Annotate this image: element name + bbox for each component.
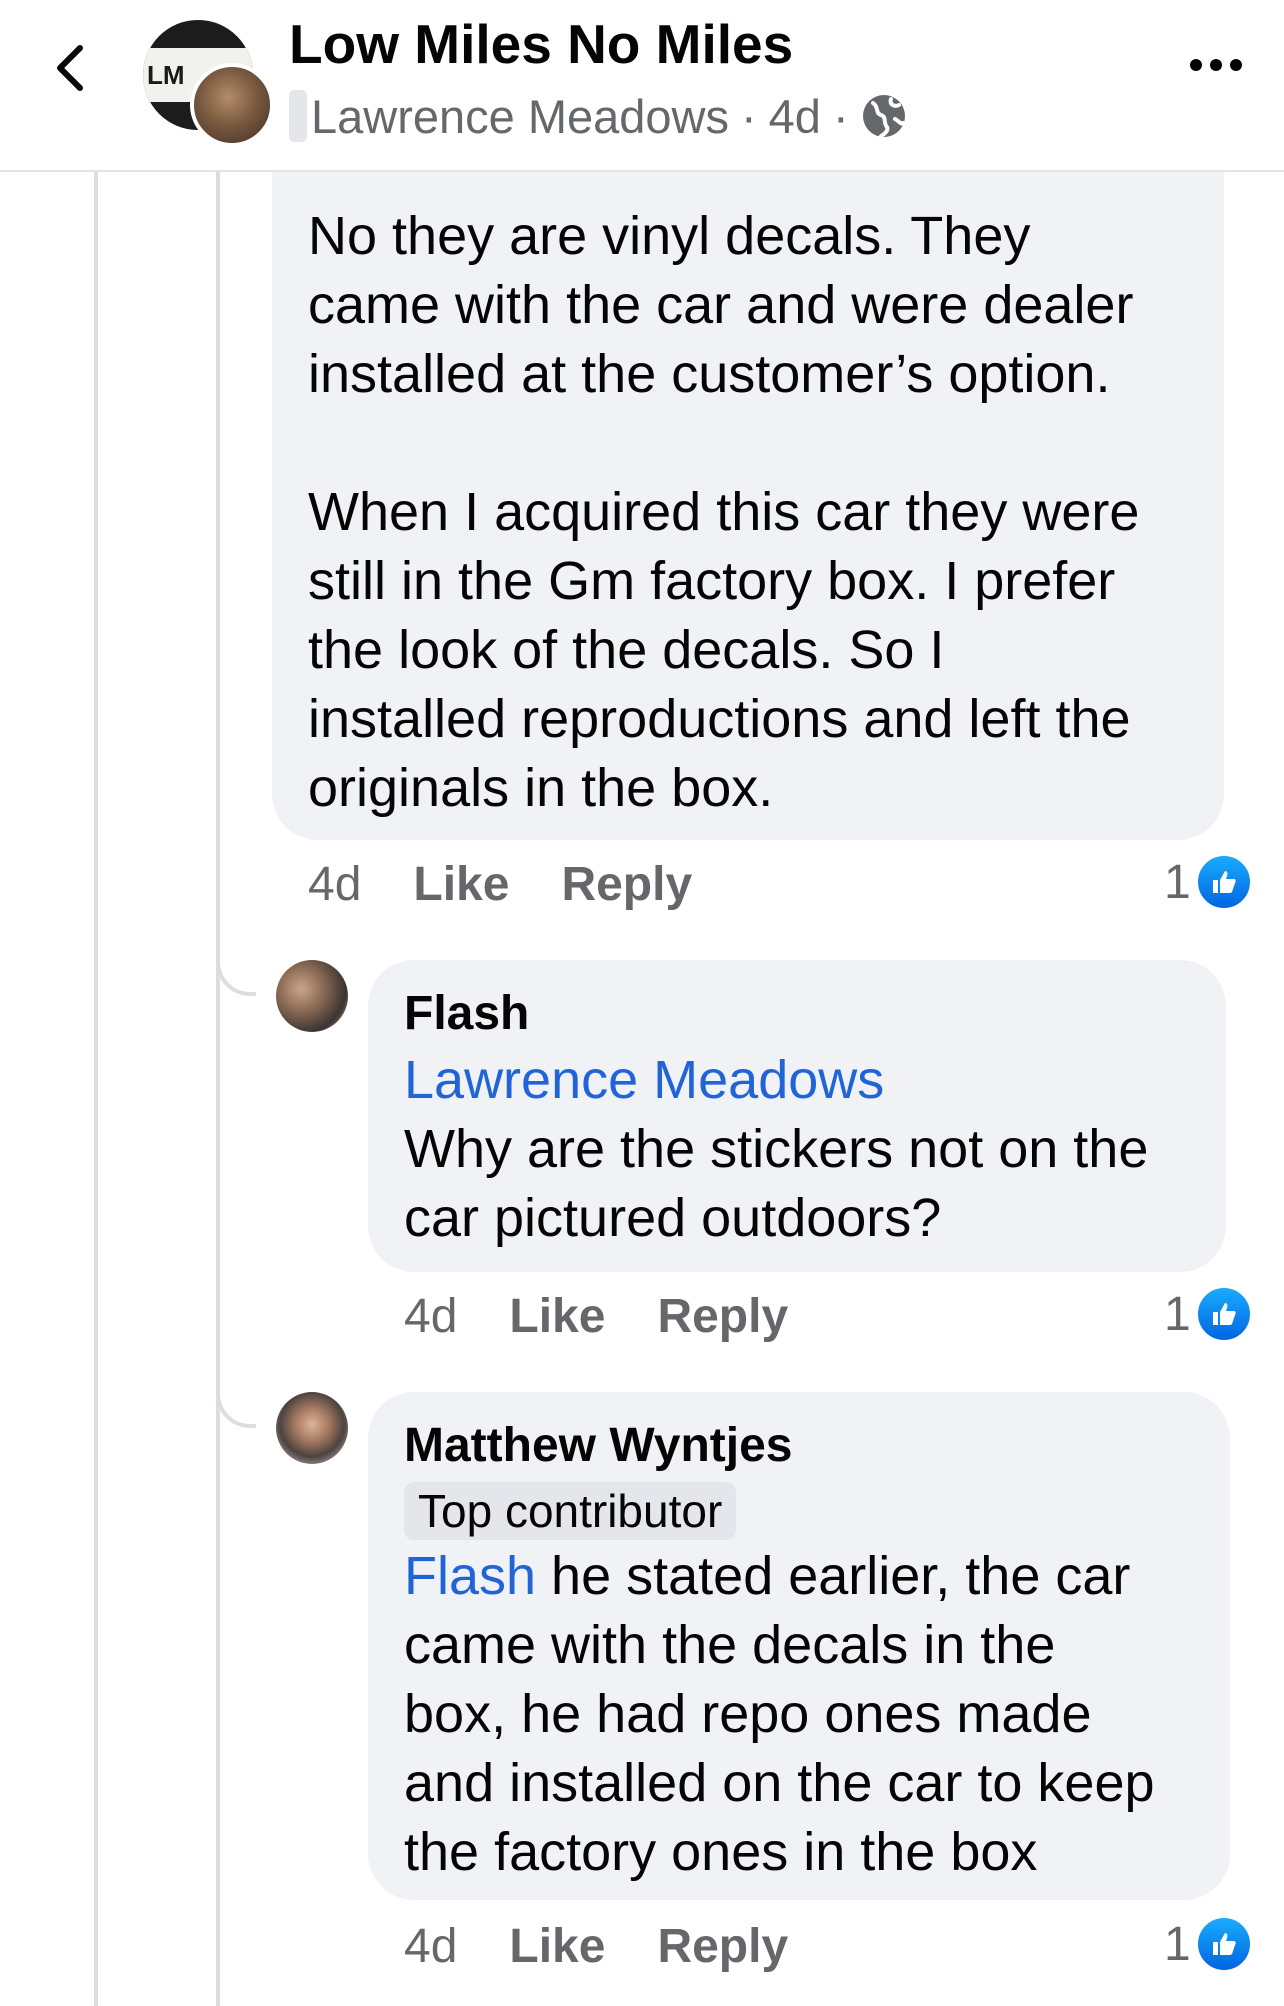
comment-text: Flash he stated earlier, the car came wi… bbox=[404, 1542, 1194, 1887]
comment-time[interactable]: 4d bbox=[404, 1919, 457, 1974]
avatar[interactable] bbox=[276, 1392, 348, 1464]
thread-line-outer bbox=[94, 170, 98, 2006]
comment-author[interactable]: Flash bbox=[404, 984, 1190, 1044]
comment-body: Why are the stickers not on the car pict… bbox=[404, 1119, 1149, 1248]
like-button[interactable]: Like bbox=[509, 1289, 605, 1344]
reaction-count: 1 bbox=[1164, 1917, 1191, 1971]
comment-actions: 4d Like Reply bbox=[404, 1916, 788, 1976]
reaction-summary[interactable]: 1 bbox=[1164, 1284, 1253, 1344]
thumbs-up-icon bbox=[1194, 1915, 1253, 1973]
post-meta: Lawrence Meadows · 4d · bbox=[289, 88, 907, 144]
post-author[interactable]: Lawrence Meadows bbox=[311, 89, 729, 144]
comment-text: No they are vinyl decals. They came with… bbox=[308, 206, 1140, 818]
comment-bubble[interactable]: Matthew Wyntjes Top contributor Flash he… bbox=[368, 1392, 1230, 1900]
reaction-summary[interactable]: 1 bbox=[1164, 852, 1253, 912]
reply-button[interactable]: Reply bbox=[657, 1289, 788, 1344]
reaction-count: 1 bbox=[1164, 855, 1191, 909]
back-arrow-icon[interactable] bbox=[44, 40, 100, 96]
thread-connector bbox=[216, 1380, 256, 1428]
avatar[interactable] bbox=[276, 960, 348, 1032]
globe-icon bbox=[862, 95, 905, 138]
comment-bubble[interactable]: Flash Lawrence Meadows Why are the stick… bbox=[368, 960, 1226, 1272]
mention-link[interactable]: Flash bbox=[404, 1546, 536, 1606]
comment-actions: 4d Like Reply bbox=[308, 854, 692, 914]
comment-time[interactable]: 4d bbox=[308, 857, 361, 912]
post-time[interactable]: 4d bbox=[769, 89, 821, 144]
more-options-icon[interactable] bbox=[1186, 45, 1246, 85]
thread-connector bbox=[216, 948, 256, 996]
meta-separator: · bbox=[832, 89, 849, 143]
like-button[interactable]: Like bbox=[509, 1919, 605, 1974]
like-button[interactable]: Like bbox=[413, 857, 509, 912]
comment-time[interactable]: 4d bbox=[404, 1289, 457, 1344]
mention-link[interactable]: Lawrence Meadows bbox=[404, 1050, 884, 1110]
comment-actions: 4d Like Reply bbox=[404, 1286, 788, 1346]
top-contributor-badge[interactable]: Top contributor bbox=[404, 1482, 737, 1540]
comment-author[interactable]: Matthew Wyntjes bbox=[404, 1416, 1194, 1476]
group-name[interactable]: Low Miles No Miles bbox=[289, 12, 793, 76]
author-avatar[interactable] bbox=[190, 63, 274, 147]
post-header: LM Low Miles No Miles Lawrence Meadows ·… bbox=[0, 0, 1284, 172]
thread-line-inner bbox=[216, 170, 220, 2006]
thumbs-up-icon bbox=[1194, 853, 1253, 911]
reply-button[interactable]: Reply bbox=[657, 1919, 788, 1974]
reaction-summary[interactable]: 1 bbox=[1164, 1914, 1253, 1974]
comment-bubble[interactable]: No they are vinyl decals. They came with… bbox=[272, 150, 1224, 840]
reply-button[interactable]: Reply bbox=[561, 857, 692, 912]
thumbs-up-icon bbox=[1194, 1285, 1253, 1343]
anonymized-bar bbox=[289, 90, 307, 142]
comment-text: Lawrence Meadows Why are the stickers no… bbox=[404, 1046, 1190, 1253]
meta-separator: · bbox=[741, 89, 757, 143]
reaction-count: 1 bbox=[1164, 1287, 1191, 1341]
